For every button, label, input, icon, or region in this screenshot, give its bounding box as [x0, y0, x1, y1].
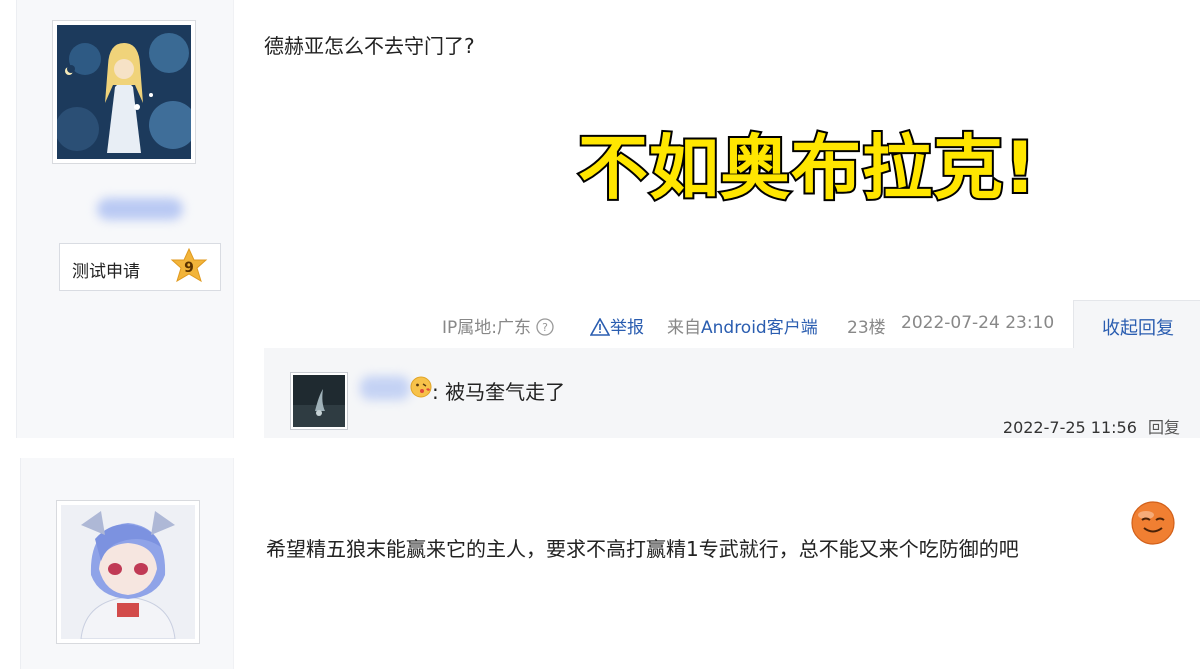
- avatar-image-2: [61, 505, 195, 639]
- author-avatar[interactable]: [52, 20, 196, 164]
- post-content-2: 希望精五狼末能赢来它的主人，要求不高打赢精1专武就行，总不能又来个吃防御的吧: [266, 537, 1019, 561]
- post-floor-23: 测试申请 9 德赫亚怎么不去守门了? 不如奥布拉克! IP属地:广东 ? 举报 …: [0, 0, 1200, 438]
- member-badge[interactable]: 测试申请 9: [59, 243, 221, 291]
- client-source: 来自Android客户端: [667, 313, 818, 338]
- avatar-image: [57, 25, 191, 159]
- reply-button[interactable]: 回复: [1148, 418, 1180, 437]
- badge-level: 9: [184, 260, 194, 276]
- ip-location-text: IP属地:广东: [442, 318, 531, 338]
- laugh-emoji-icon: [1131, 501, 1175, 545]
- author-username-blurred[interactable]: [97, 198, 183, 220]
- level-star-icon: 9: [170, 248, 208, 283]
- report-label: 举报: [610, 318, 644, 338]
- source-prefix: 来自: [667, 318, 701, 338]
- floor-number: 23楼: [847, 318, 886, 338]
- report-link[interactable]: 举报: [589, 313, 644, 338]
- reply-content: : 被马奎气走了: [432, 380, 566, 404]
- reply-list: : 被马奎气走了 2022-7-25 11:56 回复: [264, 348, 1200, 438]
- collapse-replies-label: 收起回复: [1102, 318, 1174, 339]
- reply-avatar[interactable]: [290, 372, 348, 430]
- author-avatar-2[interactable]: [56, 500, 200, 644]
- post-content: 德赫亚怎么不去守门了?: [264, 34, 475, 58]
- reply-username-blurred[interactable]: [360, 376, 410, 400]
- client-link[interactable]: Android客户端: [701, 318, 818, 338]
- author-sidebar-2: [20, 458, 234, 669]
- author-sidebar: 测试申请 9: [16, 0, 234, 438]
- post-time: 2022-07-24 23:10: [901, 313, 1055, 333]
- svg-text:?: ?: [542, 321, 548, 334]
- help-circle-icon[interactable]: ?: [536, 318, 555, 336]
- kiss-emoji-icon: [410, 376, 432, 398]
- meme-caption: 不如奥布拉克!: [576, 125, 1038, 211]
- warning-triangle-icon: [589, 317, 611, 336]
- reply-avatar-image: [293, 375, 345, 427]
- badge-label: 测试申请: [72, 262, 140, 282]
- reply-meta: 2022-7-25 11:56 回复: [1003, 414, 1180, 438]
- collapse-replies-button[interactable]: 收起回复: [1073, 300, 1200, 348]
- reply-time: 2022-7-25 11:56: [1002, 418, 1137, 437]
- ip-location: IP属地:广东 ?: [442, 313, 555, 338]
- post-floor-next: 希望精五狼末能赢来它的主人，要求不高打赢精1专武就行，总不能又来个吃防御的吧: [0, 458, 1200, 669]
